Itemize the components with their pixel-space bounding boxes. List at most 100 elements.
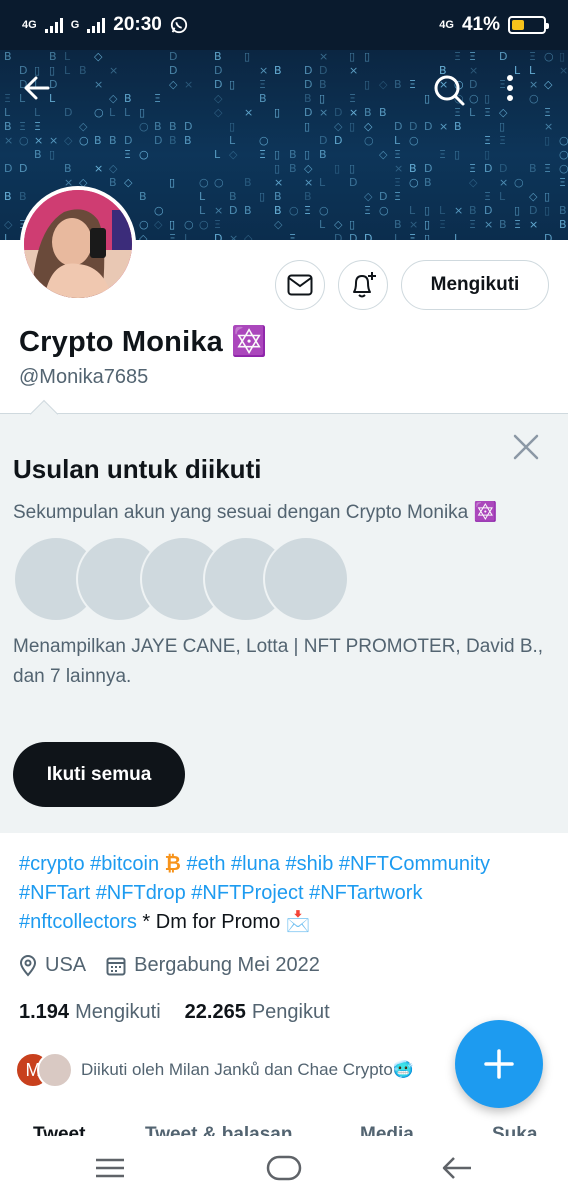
banner-glyph: B <box>469 204 477 217</box>
banner-glyph: ○ <box>79 134 89 147</box>
hashtag-link[interactable]: #NFTart <box>19 882 90 904</box>
hashtag-link[interactable]: #NFTartwork <box>309 882 422 904</box>
following-link[interactable]: 1.194 Mengikuti <box>19 1001 161 1024</box>
notifications-button[interactable] <box>338 260 388 310</box>
banner-glyph: ▯ <box>349 120 355 133</box>
tab-tweets[interactable]: Tweet <box>33 1124 85 1136</box>
suggested-avatar[interactable] <box>263 536 349 622</box>
back-button[interactable] <box>22 73 66 117</box>
signal-icon <box>44 17 63 33</box>
following-button[interactable]: Mengikuti <box>401 260 549 310</box>
banner-glyph: ◇ <box>334 120 343 133</box>
followers-link[interactable]: 22.265 Pengikut <box>185 1001 330 1024</box>
tab-media[interactable]: Media <box>360 1124 414 1136</box>
joined-date-text: Bergabung Mei 2022 <box>134 954 320 976</box>
banner-glyph: Ξ <box>349 92 356 105</box>
hashtag-link[interactable]: #shib <box>286 853 334 875</box>
banner-glyph: D <box>319 134 327 147</box>
banner-glyph: D <box>484 204 492 217</box>
banner-glyph: D <box>484 162 492 175</box>
banner-glyph: D <box>214 64 222 77</box>
banner-glyph: B <box>64 162 72 175</box>
banner-glyph: Ξ <box>529 50 536 63</box>
banner-glyph: D <box>364 232 372 240</box>
banner-glyph: ◇ <box>64 134 73 147</box>
status-bar: 4G G 20:30 4G 41% <box>0 0 568 50</box>
banner-glyph: B <box>304 92 312 105</box>
search-button[interactable] <box>432 73 476 117</box>
hashtag-link[interactable]: #NFTCommunity <box>339 853 490 875</box>
network-type-label: 4G <box>22 19 37 31</box>
banner-glyph: Ξ <box>259 78 266 91</box>
banner-glyph: L <box>199 204 206 217</box>
follow-all-button[interactable]: Ikuti semua <box>13 742 185 807</box>
banner-glyph: Ξ <box>439 218 446 231</box>
banner-glyph: × <box>184 78 193 91</box>
location-text: USA <box>45 954 87 976</box>
banner-glyph: D <box>304 64 312 77</box>
banner-glyph: ▯ <box>274 162 280 175</box>
hashtag-link[interactable]: #luna <box>231 853 280 875</box>
banner-glyph: ◇ <box>4 218 13 231</box>
hashtag-link[interactable]: #NFTProject <box>191 882 303 904</box>
banner-glyph: Ξ <box>559 176 566 189</box>
hashtag-link[interactable]: #bitcoin <box>90 853 159 875</box>
tab-tweets-replies[interactable]: Tweet & balasan <box>145 1124 292 1136</box>
hashtag-link[interactable]: #eth <box>187 853 226 875</box>
hashtag-link[interactable]: #NFTdrop <box>96 882 186 904</box>
banner-glyph: L <box>409 204 416 217</box>
close-suggestions-button[interactable] <box>510 431 542 463</box>
banner-glyph: ○ <box>559 148 568 161</box>
banner-glyph: B <box>109 134 117 147</box>
bell-plus-icon <box>353 272 376 298</box>
system-back-button[interactable] <box>437 1148 477 1188</box>
banner-glyph: B <box>34 148 42 161</box>
banner-glyph: B <box>4 50 12 63</box>
banner-glyph: D <box>4 162 12 175</box>
more-options-button[interactable] <box>505 73 549 117</box>
banner-glyph: D <box>214 232 222 240</box>
banner-glyph: B <box>409 162 417 175</box>
message-button[interactable] <box>275 260 325 310</box>
banner-glyph: ○ <box>259 134 269 147</box>
suggested-avatars[interactable] <box>13 536 353 622</box>
panel-pointer <box>29 399 59 429</box>
banner-glyph: × <box>319 50 328 63</box>
banner-glyph: Ξ <box>469 218 476 231</box>
profile-handle: @Monika7685 <box>19 366 149 388</box>
plus-icon <box>484 1049 514 1079</box>
hashtag-link[interactable]: #crypto <box>19 853 85 875</box>
banner-glyph: ○ <box>544 50 554 63</box>
banner-glyph: B <box>4 190 12 203</box>
banner-glyph: ▯ <box>304 148 310 161</box>
recents-button[interactable] <box>90 1148 130 1188</box>
hashtag-link[interactable]: #nftcollectors <box>19 911 137 933</box>
banner-glyph: ◇ <box>109 162 118 175</box>
banner-glyph: ○ <box>289 204 299 217</box>
banner-glyph: Ξ <box>484 190 491 203</box>
banner-glyph: Ξ <box>484 106 491 119</box>
banner-glyph: ▯ <box>424 232 430 240</box>
banner-glyph: D <box>349 176 357 189</box>
banner-glyph: D <box>169 50 177 63</box>
banner-glyph: ▯ <box>544 190 550 203</box>
banner-glyph: Ξ <box>469 162 476 175</box>
followed-by[interactable]: M Diikuti oleh Milan Janků dan Chae Cryp… <box>15 1052 414 1088</box>
banner-glyph: Ξ <box>469 50 476 63</box>
banner-glyph: D <box>334 134 342 147</box>
banner-glyph: D <box>379 190 387 203</box>
banner-glyph: Ξ <box>4 92 11 105</box>
banner-glyph: ◇ <box>274 218 283 231</box>
banner-glyph: B <box>379 106 387 119</box>
profile-avatar[interactable] <box>20 186 136 302</box>
calendar-icon <box>106 957 126 975</box>
banner-glyph: D <box>19 162 27 175</box>
home-button[interactable] <box>264 1148 304 1188</box>
banner-glyph: B <box>559 218 567 231</box>
banner-glyph: ◇ <box>379 78 388 91</box>
banner-glyph: D <box>424 120 432 133</box>
tab-likes[interactable]: Suka <box>492 1124 537 1136</box>
banner-glyph: D <box>424 162 432 175</box>
banner-glyph: B <box>154 120 162 133</box>
compose-tweet-button[interactable] <box>455 1020 543 1108</box>
